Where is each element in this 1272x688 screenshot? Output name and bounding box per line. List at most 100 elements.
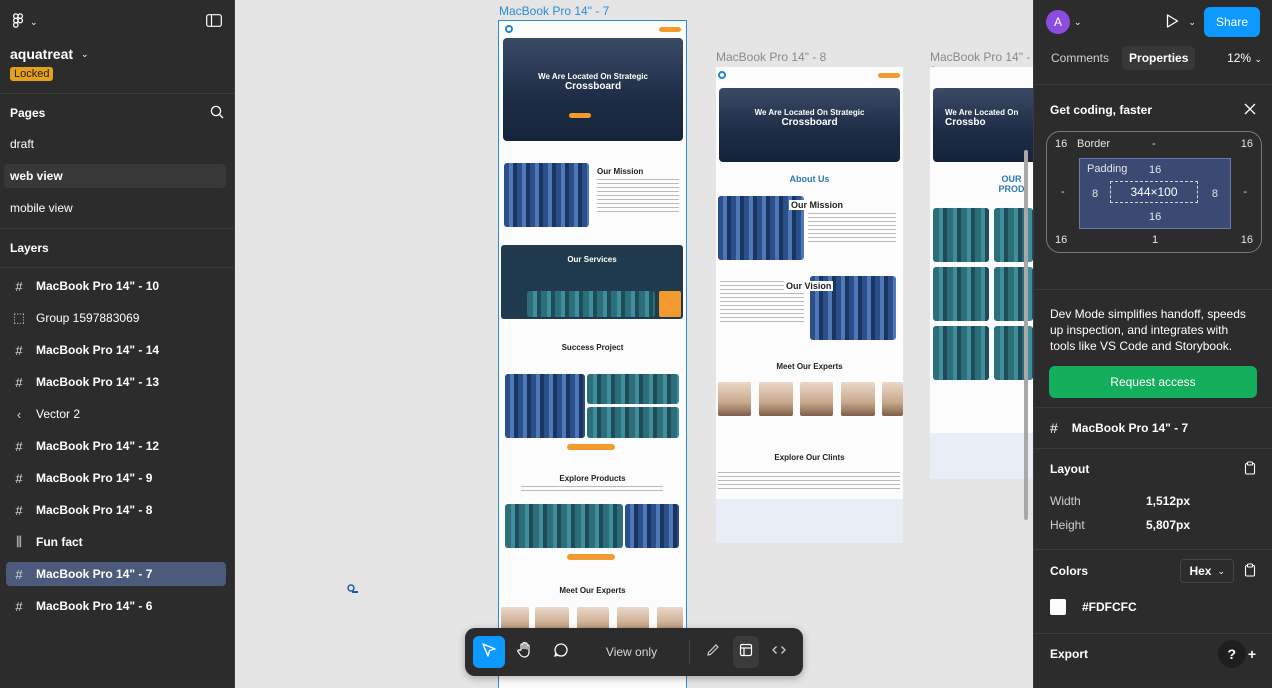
layer-item[interactable]: # MacBook Pro 14" - 8 bbox=[6, 498, 226, 522]
locked-badge: Locked bbox=[10, 67, 54, 81]
design-mode-icon bbox=[738, 642, 754, 662]
divider bbox=[689, 640, 690, 664]
layer-item[interactable]: ⬚ Group 1597883069 bbox=[6, 306, 226, 330]
layout-title: Layout bbox=[1050, 462, 1090, 476]
nav-cta bbox=[659, 26, 681, 32]
move-tool-button[interactable] bbox=[473, 636, 505, 668]
pen-icon bbox=[705, 642, 721, 662]
right-panel: A ⌄ ⌄ Share Comments Properties 12% ⌄ Ge… bbox=[1033, 0, 1272, 688]
width-value[interactable]: 1,512px bbox=[1146, 494, 1190, 508]
layer-item[interactable]: ‹ Vector 2 bbox=[6, 402, 226, 426]
tab-comments[interactable]: Comments bbox=[1044, 46, 1116, 70]
layer-item[interactable]: # MacBook Pro 14" - 10 bbox=[6, 274, 226, 298]
site-nav bbox=[505, 24, 681, 34]
frame-label-7[interactable]: MacBook Pro 14" - 7 bbox=[499, 4, 609, 18]
layer-item[interactable]: # MacBook Pro 14" - 6 bbox=[6, 594, 226, 618]
help-button[interactable]: ? bbox=[1217, 640, 1246, 668]
site-nav bbox=[718, 70, 900, 80]
autolayout-icon: ⫼ bbox=[16, 534, 22, 549]
user-menu[interactable]: A ⌄ bbox=[1046, 10, 1082, 34]
frame-macbook-8[interactable]: We Are Located On Strategic Crossboard A… bbox=[716, 67, 903, 543]
share-button[interactable]: Share bbox=[1203, 7, 1260, 37]
frame-icon: # bbox=[15, 502, 23, 518]
copy-icon[interactable] bbox=[1244, 562, 1256, 580]
design-mode-button[interactable] bbox=[733, 636, 759, 668]
project-name-button[interactable]: aquatreat ⌄ bbox=[10, 46, 224, 62]
expert-photo bbox=[882, 382, 903, 416]
frame-macbook-9[interactable]: We Are Located On Crossbo OUR PROD bbox=[930, 67, 1033, 479]
chevron-down-icon: ⌄ bbox=[1254, 54, 1262, 64]
tab-properties[interactable]: Properties bbox=[1122, 46, 1196, 70]
color-value: #FDFCFC bbox=[1082, 600, 1137, 614]
mission-text bbox=[808, 213, 896, 243]
play-icon bbox=[1164, 13, 1180, 32]
layer-label: Vector 2 bbox=[36, 407, 81, 421]
height-value[interactable]: 5,807px bbox=[1146, 518, 1190, 532]
mission-text bbox=[597, 179, 679, 215]
hero-line1: We Are Located On Strategic bbox=[538, 72, 648, 81]
product-image bbox=[933, 208, 989, 262]
project-info: aquatreat ⌄ Locked bbox=[0, 46, 234, 81]
request-access-button[interactable]: Request access bbox=[1049, 366, 1257, 398]
border-bottom: 1 bbox=[1152, 234, 1159, 246]
page-item[interactable]: draft bbox=[4, 132, 226, 156]
services-heading: Our Services bbox=[567, 255, 617, 264]
layer-item[interactable]: # MacBook Pro 14" - 12 bbox=[6, 434, 226, 458]
divider bbox=[0, 267, 234, 268]
pages-header: Pages bbox=[0, 94, 234, 132]
promo-text: Dev Mode simplifies handoff, speeds up i… bbox=[1050, 307, 1246, 353]
frame-label-8[interactable]: MacBook Pro 14" - 8 bbox=[716, 50, 826, 64]
width-label: Width bbox=[1050, 494, 1081, 508]
layer-item[interactable]: # MacBook Pro 14" - 9 bbox=[6, 466, 226, 490]
hand-tool-button[interactable] bbox=[509, 636, 541, 668]
layer-label: Fun fact bbox=[36, 535, 83, 549]
code-icon bbox=[771, 642, 787, 662]
color-swatch bbox=[1050, 599, 1066, 615]
canvas[interactable]: MacBook Pro 14" - 7 MacBook Pro 14" - 8 … bbox=[235, 0, 1033, 688]
draw-mode-button[interactable] bbox=[697, 636, 729, 668]
frame-icon: # bbox=[15, 598, 23, 614]
layer-item[interactable]: # MacBook Pro 14" - 14 bbox=[6, 338, 226, 362]
mission-heading: Our Mission bbox=[789, 200, 846, 210]
layer-item[interactable]: # MacBook Pro 14" - 13 bbox=[6, 370, 226, 394]
layer-item[interactable]: ⫼ Fun fact bbox=[6, 530, 226, 554]
canvas-scrollbar[interactable] bbox=[1024, 150, 1028, 520]
zoom-dropdown[interactable]: 12% ⌄ bbox=[1227, 51, 1262, 65]
page-item[interactable]: web view bbox=[4, 164, 226, 188]
layers-header: Layers bbox=[0, 229, 234, 267]
frame-macbook-7[interactable]: We Are Located On Strategic Crossboard O… bbox=[498, 20, 687, 688]
layer-label: MacBook Pro 14" - 12 bbox=[36, 439, 160, 453]
selected-layer-name: MacBook Pro 14" - 7 bbox=[1071, 421, 1189, 435]
copy-icon[interactable] bbox=[1244, 460, 1256, 478]
color-row[interactable]: #FDFCFC bbox=[1034, 591, 1272, 623]
hero-line1: We Are Located On Strategic bbox=[754, 108, 865, 117]
toggle-sidebar-icon[interactable] bbox=[206, 14, 222, 30]
color-format-dropdown[interactable]: Hex ⌄ bbox=[1180, 559, 1234, 583]
search-icon[interactable] bbox=[210, 105, 224, 122]
group-logo-object[interactable] bbox=[346, 583, 358, 593]
frame-icon: # bbox=[15, 438, 23, 454]
selected-layer: # MacBook Pro 14" - 7 bbox=[1034, 408, 1272, 448]
layer-label: MacBook Pro 14" - 6 bbox=[36, 599, 153, 613]
main-menu-button[interactable]: ⌄ bbox=[12, 12, 38, 32]
layer-label: MacBook Pro 14" - 7 bbox=[36, 567, 153, 581]
comment-tool-button[interactable] bbox=[545, 636, 577, 668]
plus-icon[interactable]: + bbox=[1248, 646, 1256, 662]
experts-heading: Meet Our Experts bbox=[776, 362, 843, 371]
product-image bbox=[625, 504, 679, 548]
layer-item[interactable]: # MacBook Pro 14" - 7 bbox=[6, 562, 226, 586]
height-property: Height 5,807px bbox=[1034, 513, 1272, 537]
present-button[interactable] bbox=[1164, 13, 1180, 32]
close-icon[interactable] bbox=[1244, 103, 1256, 118]
dev-mode-button[interactable] bbox=[763, 636, 795, 668]
hero-line2: Crossboard bbox=[564, 81, 622, 92]
page-item[interactable]: mobile view bbox=[4, 196, 226, 220]
frame-icon: # bbox=[15, 566, 23, 582]
services-band: Our Services bbox=[501, 245, 683, 319]
chevron-down-icon[interactable]: ⌄ bbox=[1188, 17, 1196, 28]
margin-bottom-right: 16 bbox=[1240, 234, 1253, 246]
layer-label: MacBook Pro 14" - 8 bbox=[36, 503, 153, 517]
margin-top-left: 16 bbox=[1055, 138, 1068, 150]
project-name: aquatreat bbox=[10, 46, 74, 62]
clients-logos bbox=[718, 472, 900, 492]
